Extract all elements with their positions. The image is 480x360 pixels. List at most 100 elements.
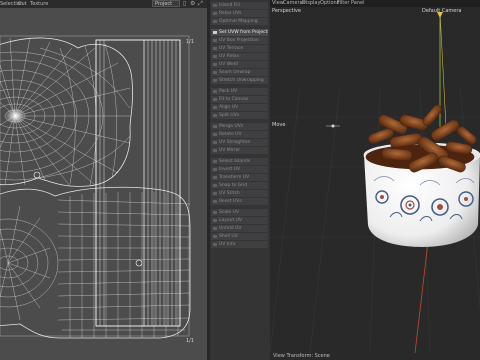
command-label: Shell UV [219, 234, 238, 239]
command-icon [213, 176, 217, 179]
uv-bounds [0, 35, 190, 337]
command-label: Fit to Canvas [219, 97, 249, 102]
uv-mode-dropdown[interactable]: Project [152, 0, 180, 7]
command-icon [213, 141, 217, 144]
command-icon [213, 98, 217, 101]
command-icon [213, 160, 217, 163]
uv-canvas[interactable]: 1/1 1/1 [0, 8, 207, 360]
command-icon [213, 31, 217, 34]
command-icon [213, 125, 217, 128]
uv-label-top: 1/1 [186, 39, 194, 45]
uv-command-item[interactable]: Set UVW from Projection [211, 29, 268, 36]
command-label: Snap to Grid [219, 183, 248, 188]
uv-command-item[interactable]: Transform UV [211, 174, 268, 181]
uv-command-item[interactable]: Seam Unwrap [211, 69, 268, 76]
command-label: UV Info [219, 242, 236, 247]
command-icon [213, 243, 217, 246]
command-icon [213, 184, 217, 187]
uv-command-item[interactable]: Optimal Mapping [211, 18, 268, 25]
command-label: Island Fill [219, 3, 240, 8]
uv-editor-panel: Selection Cut Texture Project ▯ ⚙ ⤢ 1/1 … [0, 0, 207, 360]
command-icon [213, 227, 217, 230]
uv-command-item[interactable]: Unfold UV [211, 225, 268, 232]
uv-command-item[interactable]: Layout UV [211, 217, 268, 224]
command-label: UV Box Projection [219, 38, 259, 43]
viewport-status-bar: View Transform: Scene [273, 353, 330, 359]
uv-command-item[interactable]: Island Fill [211, 2, 268, 9]
command-label: Select Islands [219, 159, 251, 164]
command-icon [213, 90, 217, 93]
command-label: Unfold UV [219, 226, 242, 231]
command-label: Set UVW from Projection [219, 30, 268, 35]
vp-menu-display[interactable]: Display [302, 0, 320, 7]
uv-command-item[interactable]: UV Info [211, 241, 268, 248]
camera-icon[interactable] [437, 12, 443, 18]
command-label: Transform UV [219, 175, 250, 180]
command-icon [213, 192, 217, 195]
vp-menu-panel[interactable]: Panel [351, 0, 365, 7]
uv-command-item[interactable]: Relax UVs [211, 10, 268, 17]
command-label: Layout UV [219, 218, 243, 223]
command-label: UV Mirror [219, 148, 241, 153]
uv-label-bottom: 1/1 [186, 338, 194, 344]
viewport-scene[interactable] [270, 7, 480, 353]
uv-command-item[interactable]: UV Stitch [211, 190, 268, 197]
command-label: Rotate UV [219, 132, 242, 137]
command-icon [213, 79, 217, 82]
command-label: Seam Unwrap [219, 70, 251, 75]
uv-pin-top [33, 171, 41, 179]
command-icon [213, 200, 217, 203]
command-icon [213, 114, 217, 117]
command-icon [213, 133, 217, 136]
uv-commands-scrollbar[interactable] [207, 0, 210, 360]
uv-command-item[interactable]: Snap to Grid [211, 182, 268, 189]
command-icon [213, 71, 217, 74]
menu-texture[interactable]: Texture [30, 0, 48, 8]
uv-command-item[interactable]: UV Straighten [211, 139, 268, 146]
command-icon [213, 211, 217, 214]
lock-icon[interactable]: ▯ [183, 0, 186, 8]
uv-pin-bottom [135, 259, 143, 267]
uv-command-item[interactable]: Align UV [211, 104, 268, 111]
uv-island-bottom [0, 186, 191, 339]
uv-command-item[interactable]: Fit to Canvas [211, 96, 268, 103]
command-label: UV Weld [219, 62, 238, 67]
uv-command-item[interactable]: UV Box Projection [211, 37, 268, 44]
command-icon [213, 20, 217, 23]
uv-command-item[interactable]: Shell UV [211, 233, 268, 240]
command-icon [213, 168, 217, 171]
command-icon [213, 12, 217, 15]
uv-command-item[interactable]: Scale UV [211, 209, 268, 216]
uv-command-item[interactable]: Pack UV [211, 88, 268, 95]
command-icon [213, 149, 217, 152]
command-label: Optimal Mapping [219, 19, 258, 24]
command-label: Split UVs [219, 113, 240, 118]
vp-menu-filter[interactable]: Filter [337, 0, 349, 7]
uv-command-item[interactable]: Reset UVs [211, 198, 268, 205]
command-label: UV Stitch [219, 191, 240, 196]
command-icon [213, 55, 217, 58]
command-label: Invert UV [219, 167, 241, 172]
command-icon [213, 63, 217, 66]
command-icon [213, 235, 217, 238]
uv-command-item[interactable]: Split UVs [211, 112, 268, 119]
uv-command-item[interactable]: UV Terrace [211, 45, 268, 52]
menu-cut[interactable]: Cut [18, 0, 27, 8]
uv-command-item[interactable]: UV Relax [211, 53, 268, 60]
expand-icon[interactable]: ⤢ [198, 0, 203, 8]
uv-command-item[interactable]: Rotate UV [211, 131, 268, 138]
uv-command-item[interactable]: UV Weld [211, 61, 268, 68]
command-label: UV Terrace [219, 46, 244, 51]
cookies-model[interactable] [365, 103, 478, 174]
uv-command-item[interactable]: Merge UVs [211, 123, 268, 130]
gear-icon[interactable]: ⚙ [190, 0, 195, 8]
uv-command-item[interactable]: Select Islands [211, 158, 268, 165]
uv-command-item[interactable]: Invert UV [211, 166, 268, 173]
uv-pole-top [5, 108, 25, 124]
uv-command-item[interactable]: UV Mirror [211, 147, 268, 154]
command-icon [213, 106, 217, 109]
uv-command-item[interactable]: Stretch Unwrapping [211, 77, 268, 84]
command-icon [213, 4, 217, 7]
camera-axis-x [414, 241, 429, 353]
command-label: Scale UV [219, 210, 239, 215]
